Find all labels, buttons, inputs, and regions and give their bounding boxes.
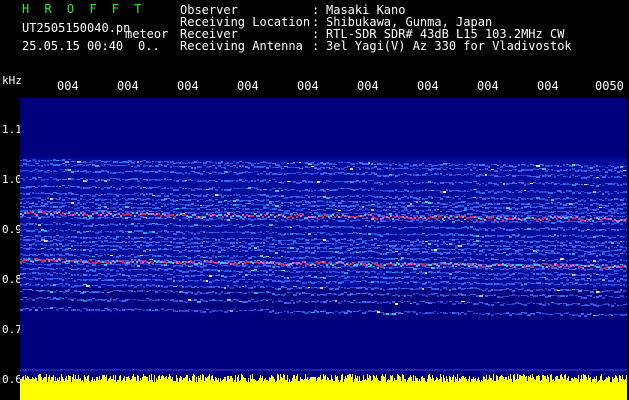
x-tick: 004 bbox=[357, 79, 379, 93]
x-tick: 004 bbox=[477, 79, 499, 93]
y-tick: 0.9 bbox=[2, 223, 22, 236]
timestamp-extra: 0.. bbox=[138, 39, 160, 53]
antenna-label: Receiving Antenna bbox=[180, 39, 303, 53]
x-tick: 004 bbox=[177, 79, 199, 93]
y-tick: 0.7 bbox=[2, 323, 22, 336]
spectrogram bbox=[20, 98, 627, 400]
app-title: H R O F F T bbox=[22, 2, 146, 16]
x-tick: 004 bbox=[417, 79, 439, 93]
y-tick: 0.6 bbox=[2, 373, 22, 386]
frequency-unit-label: kHz bbox=[2, 74, 22, 87]
spectrogram-canvas bbox=[20, 158, 627, 400]
x-tick: 0050 bbox=[595, 79, 624, 93]
x-tick: 004 bbox=[117, 79, 139, 93]
x-tick: 004 bbox=[537, 79, 559, 93]
x-tick: 004 bbox=[237, 79, 259, 93]
file-name: UT2505150040.pn bbox=[22, 21, 131, 35]
y-tick: 0.8 bbox=[2, 273, 22, 286]
x-tick: 004 bbox=[297, 79, 319, 93]
y-tick: 1.0 bbox=[2, 173, 22, 186]
separator: : bbox=[312, 39, 320, 53]
x-tick: 004 bbox=[57, 79, 79, 93]
antenna-value: 3el Yagi(V) Az 330 for Vladivostok bbox=[326, 39, 572, 53]
y-tick: 1.1 bbox=[2, 123, 22, 136]
timestamp: 25.05.15 00:40 bbox=[22, 39, 124, 53]
